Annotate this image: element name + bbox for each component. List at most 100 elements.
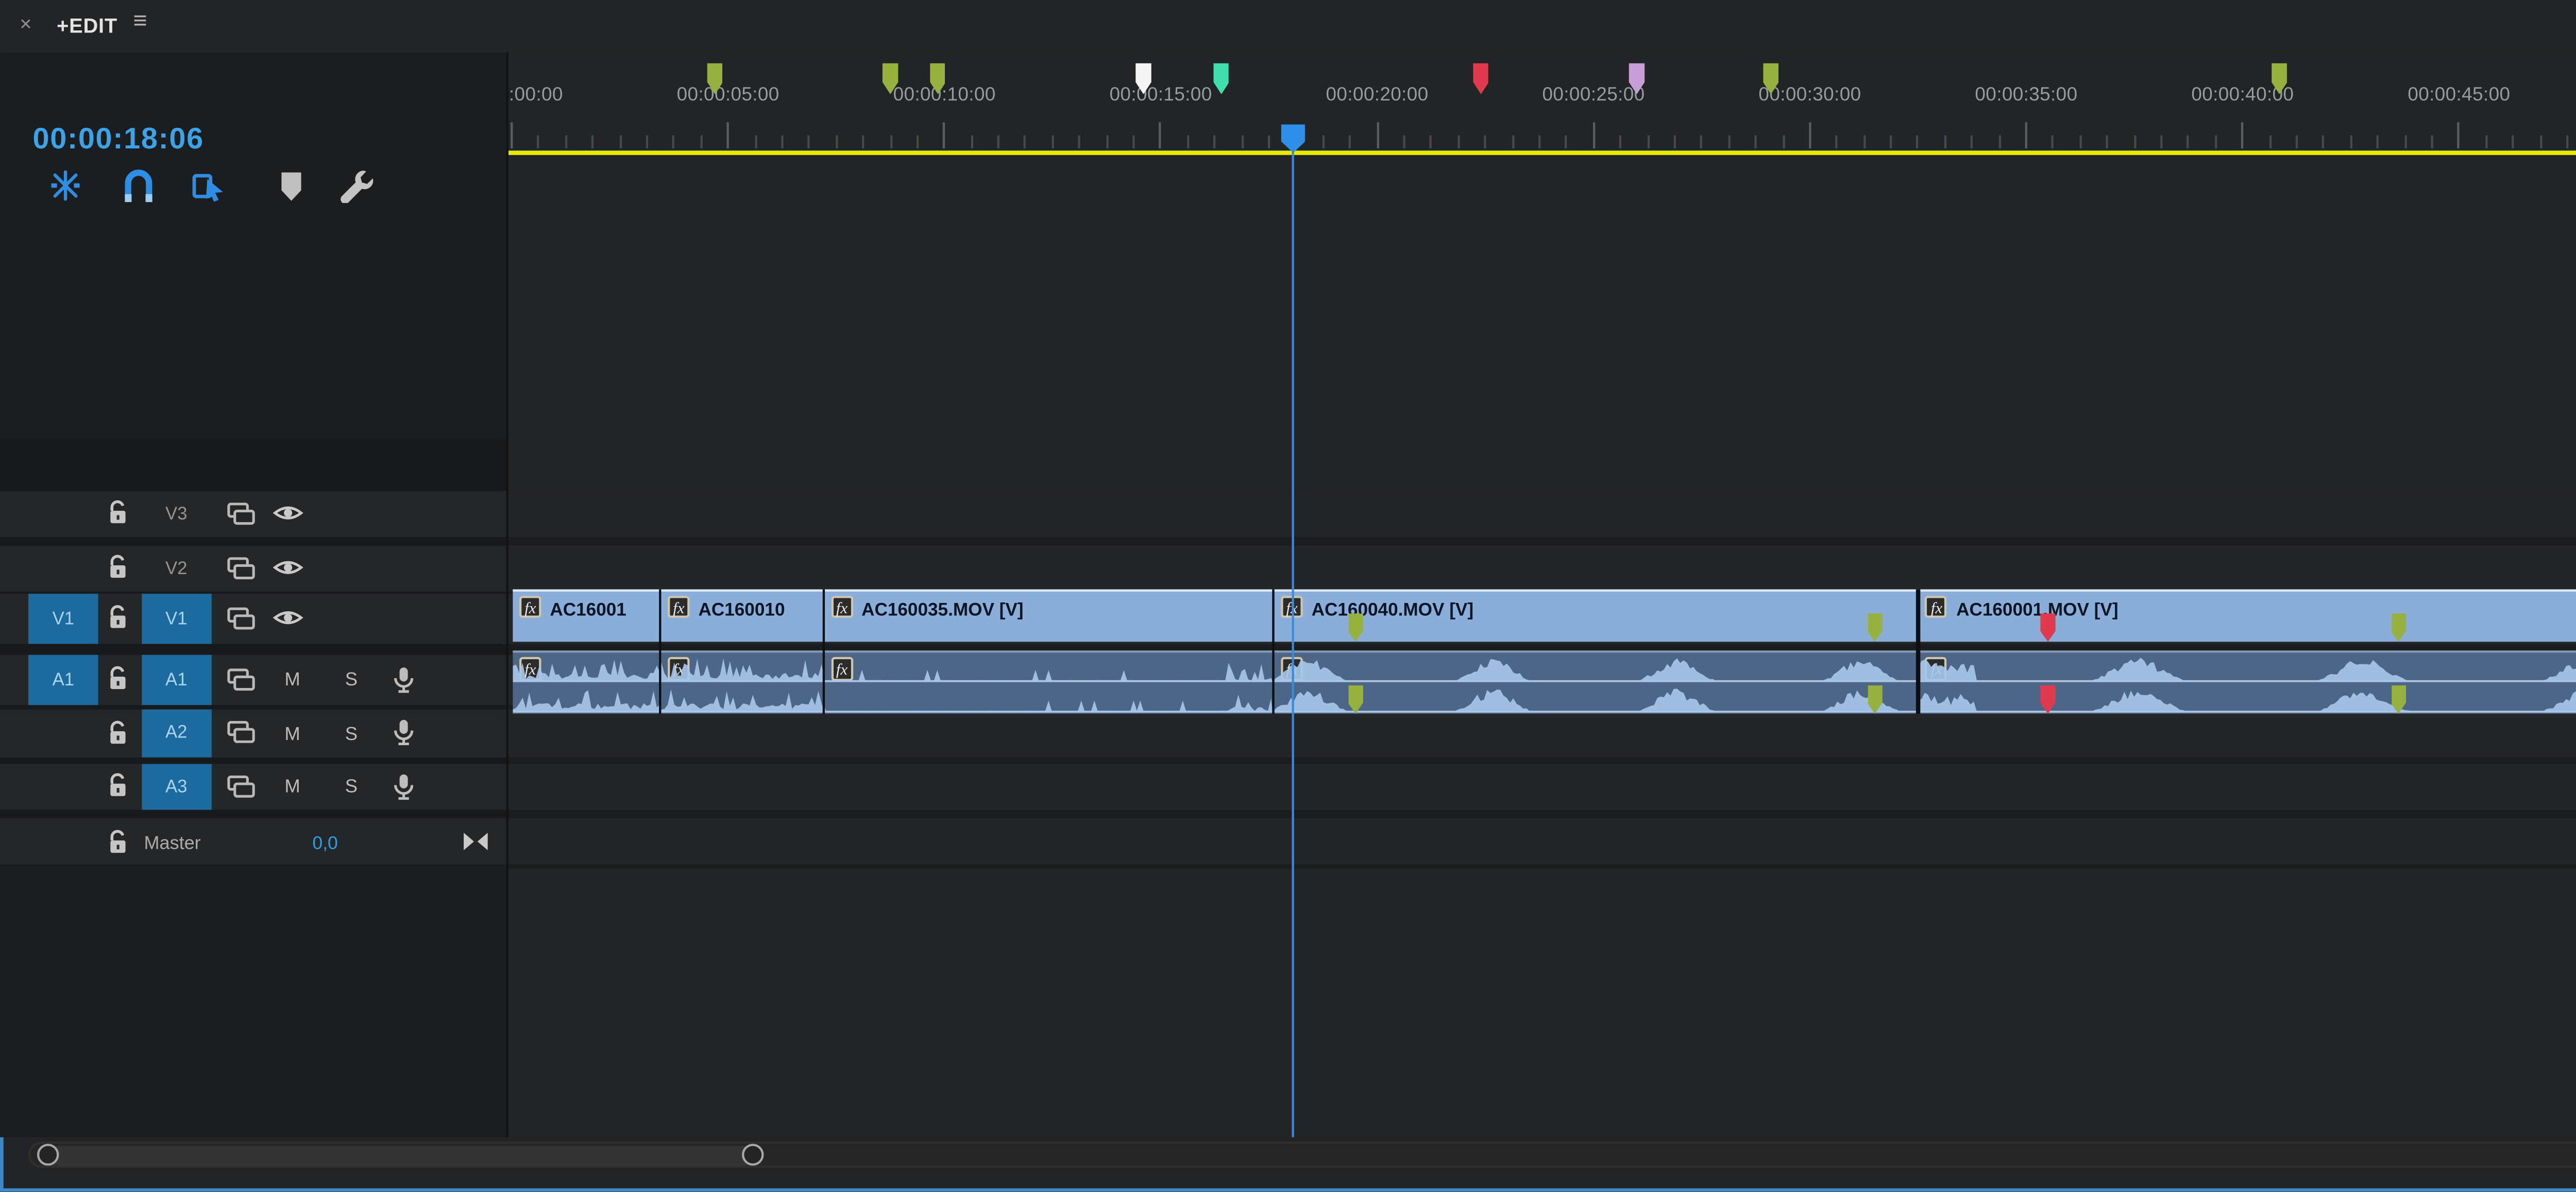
sync-lock-icon[interactable] <box>221 593 260 643</box>
solo-track-button[interactable]: S <box>336 709 366 757</box>
track-header-a3: A3 M S <box>0 763 507 811</box>
audio-waveform <box>1918 652 2576 714</box>
track-lane-master[interactable] <box>507 818 2576 866</box>
sequence-marker[interactable] <box>1473 62 1488 94</box>
track-lock-icon[interactable] <box>103 593 133 643</box>
video-clip[interactable]: fxAC160035.MOV [V] <box>823 589 1273 642</box>
sync-lock-icon[interactable] <box>221 654 260 704</box>
ruler-minor-tick <box>1647 134 1649 148</box>
track-name-v3[interactable]: V3 <box>141 491 212 536</box>
track-target-v1[interactable]: V1 <box>141 593 212 643</box>
current-timecode[interactable]: 00:00:18:06 <box>33 122 204 155</box>
audio-clip[interactable]: fx <box>660 650 823 714</box>
ruler-minor-tick <box>781 134 783 148</box>
track-lock-icon[interactable] <box>103 545 133 591</box>
ruler-timecode-label: 00:00:20:00 <box>1312 82 1443 104</box>
voice-over-record-mic-icon[interactable] <box>384 763 423 811</box>
ruler-minor-tick <box>1214 134 1216 148</box>
track-lock-icon[interactable] <box>103 709 133 757</box>
panel-menu-icon[interactable]: ≡ <box>133 9 147 35</box>
video-clip[interactable]: fxAC160040.MOV [V] <box>1273 589 1918 642</box>
audio-clip[interactable]: fx <box>823 650 1273 714</box>
track-lane-v3[interactable] <box>507 491 2576 536</box>
ruler-minor-tick <box>1457 134 1459 148</box>
clip-boundary[interactable] <box>659 589 662 714</box>
ruler-minor-tick <box>673 134 675 148</box>
clip-boundary[interactable] <box>822 589 824 714</box>
mute-track-button[interactable]: M <box>277 654 308 704</box>
sync-lock-icon[interactable] <box>221 709 260 757</box>
clip-boundary[interactable] <box>1917 589 1919 714</box>
ruler-minor-tick <box>2160 134 2162 148</box>
ruler-major-tick <box>2458 122 2460 148</box>
ruler-minor-tick <box>1917 134 1919 148</box>
fx-badge-icon: fx <box>519 596 541 618</box>
ruler-minor-tick <box>1538 134 1540 148</box>
ruler-major-tick <box>727 122 729 148</box>
track-lane-a3[interactable] <box>507 763 2576 811</box>
ruler-minor-tick <box>538 134 540 148</box>
timeline-settings-wrench-icon[interactable] <box>336 166 375 205</box>
voice-over-record-mic-icon[interactable] <box>384 709 423 757</box>
toggle-track-output-eye-icon[interactable] <box>268 491 308 536</box>
audio-clip[interactable]: fx <box>1918 650 2576 714</box>
track-lock-icon[interactable] <box>103 491 133 536</box>
horizontal-scrollbar-thumb[interactable] <box>37 1145 753 1166</box>
source-patch-v1[interactable]: V1 <box>28 593 98 643</box>
work-area-bar[interactable] <box>507 150 2576 156</box>
timeline-track-area[interactable]: 00:00:00:0000:00:05:0000:00:10:0000:00:1… <box>507 53 2576 1137</box>
audio-waveform <box>1273 652 1918 714</box>
voice-over-record-mic-icon[interactable] <box>384 654 423 704</box>
track-lock-icon[interactable] <box>103 818 133 866</box>
audio-clip[interactable]: fx <box>512 650 660 714</box>
track-lane-v2[interactable] <box>507 545 2576 591</box>
ruler-minor-tick <box>862 134 865 148</box>
sync-lock-icon[interactable] <box>221 545 260 591</box>
video-clip[interactable]: fxAC16001 <box>512 589 660 642</box>
sequence-tab[interactable]: +EDIT <box>57 12 117 36</box>
show-keyframes-bowtie-icon[interactable] <box>458 818 493 866</box>
track-name-v2[interactable]: V2 <box>141 545 212 591</box>
ruler-minor-tick <box>1349 134 1351 148</box>
master-gain-value[interactable]: 0,0 <box>297 818 353 866</box>
ruler-minor-tick <box>2214 134 2216 148</box>
ruler-minor-tick <box>1268 134 1270 148</box>
sync-lock-icon[interactable] <box>221 763 260 811</box>
toggle-track-output-eye-icon[interactable] <box>268 545 308 591</box>
mute-track-button[interactable]: M <box>277 709 308 757</box>
video-clip[interactable]: fxAC160010 <box>660 589 823 642</box>
ruler-major-tick <box>511 122 513 148</box>
add-marker-icon[interactable] <box>270 166 310 205</box>
solo-track-button[interactable]: S <box>336 654 366 704</box>
mute-track-button[interactable]: M <box>277 763 308 811</box>
nest-insert-overwrite-icon[interactable] <box>46 166 85 205</box>
ruler-minor-tick <box>1484 134 1486 148</box>
ruler-minor-tick <box>1187 134 1189 148</box>
linked-selection-icon[interactable] <box>190 166 229 205</box>
ruler-minor-tick <box>889 134 891 148</box>
clip-boundary[interactable] <box>1272 589 1275 714</box>
solo-track-button[interactable]: S <box>336 763 366 811</box>
ruler-minor-tick <box>2106 134 2108 148</box>
ruler-major-tick <box>943 122 945 148</box>
sync-lock-icon[interactable] <box>221 491 260 536</box>
master-track-label: Master <box>144 818 240 866</box>
ruler-timecode-label: 00:00:35:00 <box>1961 82 2092 104</box>
ruler-major-tick <box>1376 122 1378 148</box>
track-target-a2[interactable]: A2 <box>141 709 212 757</box>
toggle-track-output-eye-icon[interactable] <box>268 593 308 643</box>
track-lock-icon[interactable] <box>103 763 133 811</box>
track-target-a1[interactable]: A1 <box>141 654 212 704</box>
ruler-minor-tick <box>2323 134 2325 148</box>
ruler-minor-tick <box>2133 134 2136 148</box>
video-clip[interactable]: fxAC160001.MOV [V] <box>1918 589 2576 642</box>
close-panel-icon[interactable]: × <box>20 13 32 37</box>
track-lane-a2[interactable] <box>507 709 2576 757</box>
source-patch-a1[interactable]: A1 <box>28 654 98 704</box>
track-lock-icon[interactable] <box>103 654 133 704</box>
track-target-a3[interactable]: A3 <box>141 763 212 811</box>
snap-magnet-icon[interactable] <box>118 166 157 205</box>
ruler-minor-tick <box>1755 134 1757 148</box>
audio-clip[interactable]: fx <box>1273 650 1918 714</box>
ruler-minor-tick <box>619 134 621 148</box>
